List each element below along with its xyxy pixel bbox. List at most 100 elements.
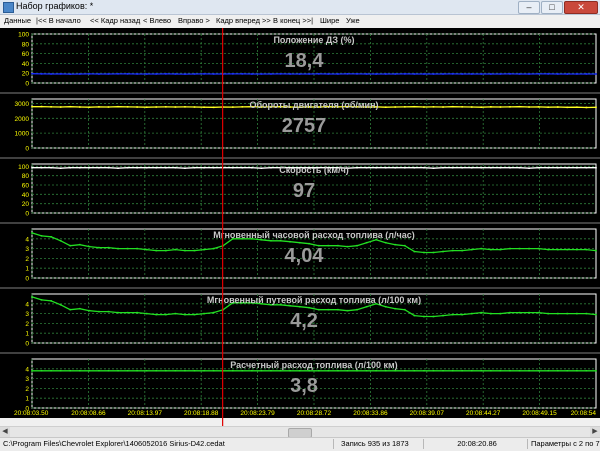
- status-file-path: C:\Program Files\Chevrolet Explorer\1406…: [0, 439, 334, 449]
- menu-frame-back[interactable]: << Кадр назад: [90, 16, 140, 25]
- series-point: [213, 248, 215, 250]
- series-point: [98, 73, 100, 75]
- y-tick-label: 80: [22, 41, 30, 48]
- scroll-right-icon[interactable]: ▶: [590, 427, 600, 437]
- series-point: [108, 370, 110, 372]
- series-point: [404, 370, 406, 372]
- series-point: [79, 370, 81, 372]
- menu-frame-forward[interactable]: Кадр вперед >>: [216, 16, 271, 25]
- y-tick-label: 60: [22, 183, 30, 190]
- series-point: [31, 370, 33, 372]
- series-point: [471, 370, 473, 372]
- menu-right[interactable]: Вправо >: [178, 16, 210, 25]
- series-point: [117, 248, 119, 250]
- series-point: [146, 313, 148, 315]
- series-point: [452, 106, 454, 108]
- series-point: [480, 73, 482, 75]
- series-point: [366, 242, 368, 244]
- y-tick-label: 3000: [15, 101, 30, 108]
- series-point: [433, 370, 435, 372]
- y-tick-label: 4: [25, 366, 29, 373]
- close-button[interactable]: ✕: [564, 1, 598, 14]
- menu-data[interactable]: Данные: [4, 16, 31, 25]
- series-point: [480, 312, 482, 314]
- series-point: [490, 249, 492, 251]
- series-point: [251, 73, 253, 75]
- series-point: [146, 370, 148, 372]
- menu-to-start[interactable]: |<< В начало: [36, 16, 81, 25]
- series-point: [500, 249, 502, 251]
- series-point: [213, 167, 215, 169]
- series-point: [242, 106, 244, 108]
- panel-title: Положение ДЗ (%): [273, 35, 354, 45]
- menu-wider[interactable]: Шире: [320, 16, 339, 25]
- series-point: [127, 73, 129, 75]
- menu-bar: Данные |<< В начало << Кадр назад < Влев…: [0, 15, 600, 27]
- series-point: [108, 167, 110, 169]
- series-point: [375, 73, 377, 75]
- series-point: [337, 370, 339, 372]
- x-tick-label: 20:08:39.07: [410, 410, 445, 417]
- horizontal-scrollbar[interactable]: ◀ ▶: [0, 426, 600, 437]
- x-tick-label: 20:08:33.86: [353, 410, 388, 417]
- menu-to-end[interactable]: В конец >>|: [273, 16, 313, 25]
- series-point: [557, 249, 559, 251]
- series-point: [490, 313, 492, 315]
- series-point: [366, 370, 368, 372]
- y-tick-label: 0: [25, 341, 29, 348]
- series-point: [576, 370, 578, 372]
- series-point: [69, 309, 71, 311]
- series-point: [500, 313, 502, 315]
- series-point: [567, 107, 569, 109]
- title-bar: Набор графиков: * – □ ✕: [0, 0, 600, 15]
- series-point: [347, 370, 349, 372]
- x-tick-label: 20:08:03.50: [14, 410, 49, 417]
- series-point: [567, 370, 569, 372]
- series-point: [60, 106, 62, 108]
- charts-svg[interactable]: 100806040200Положение ДЗ (%)18,430002000…: [0, 28, 600, 426]
- x-tick-label: 20:08:28.72: [297, 410, 332, 417]
- menu-left[interactable]: < Влево: [143, 16, 171, 25]
- series-point: [299, 306, 301, 308]
- series-point: [31, 106, 33, 108]
- series-point: [586, 107, 588, 109]
- series-point: [538, 73, 540, 75]
- series-point: [337, 245, 339, 247]
- series-point: [461, 314, 463, 316]
- x-tick-label: 20:08:18.88: [184, 410, 219, 417]
- series-point: [366, 306, 368, 308]
- series-point: [519, 370, 521, 372]
- series-point: [366, 167, 368, 169]
- series-point: [194, 167, 196, 169]
- series-point: [394, 308, 396, 310]
- series-point: [60, 370, 62, 372]
- series-point: [98, 370, 100, 372]
- series-point: [509, 73, 511, 75]
- series-point: [519, 167, 521, 169]
- minimize-button[interactable]: –: [518, 1, 540, 14]
- y-tick-label: 2000: [15, 116, 30, 123]
- series-point: [79, 106, 81, 108]
- series-point: [576, 73, 578, 75]
- series-point: [528, 106, 530, 108]
- series-point: [356, 370, 358, 372]
- series-point: [251, 167, 253, 169]
- series-point: [31, 232, 33, 234]
- series-point: [89, 73, 91, 75]
- series-point: [299, 242, 301, 244]
- series-point: [528, 370, 530, 372]
- scroll-left-icon[interactable]: ◀: [0, 427, 10, 437]
- menu-narrower[interactable]: Уже: [346, 16, 360, 25]
- series-point: [528, 312, 530, 314]
- maximize-button[interactable]: □: [541, 1, 563, 14]
- series-point: [175, 370, 177, 372]
- series-point: [69, 370, 71, 372]
- series-point: [433, 316, 435, 318]
- series-point: [461, 167, 463, 169]
- series-point: [117, 106, 119, 108]
- series-point: [136, 248, 138, 250]
- series-point: [328, 309, 330, 311]
- series-point: [509, 370, 511, 372]
- series-point: [280, 240, 282, 242]
- series-point: [41, 235, 43, 237]
